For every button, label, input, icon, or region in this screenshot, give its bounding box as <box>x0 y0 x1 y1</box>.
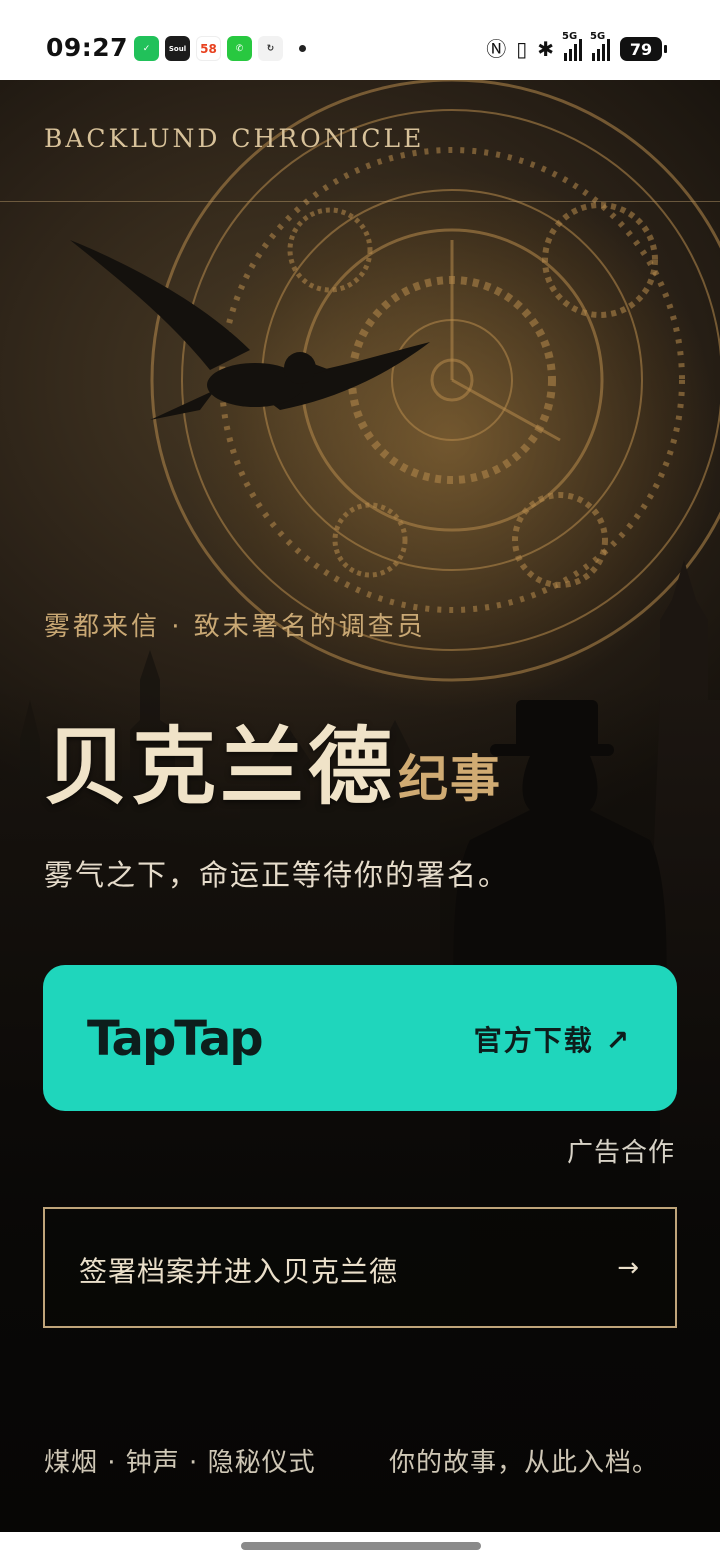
official-download-label: 官方下载 ↗ <box>473 1024 631 1057</box>
title-main: 贝克兰德 <box>44 717 397 816</box>
58-icon: 58 <box>196 36 221 61</box>
nfc-icon: Ⓝ <box>486 37 507 61</box>
status-time: 09:27 <box>46 33 129 62</box>
battery-icon: 79 <box>620 37 667 61</box>
vibrate-icon: ▯ <box>516 37 528 61</box>
header-divider <box>0 201 720 202</box>
system-icons: Ⓝ ▯ ✱ 5G 5G 79 <box>486 31 667 62</box>
arrow-right-icon: → <box>617 1253 639 1283</box>
notification-icons: ✓ Soul 58 ✆ ↻ <box>134 36 306 61</box>
sign-and-enter-label: 签署档案并进入贝克兰德 <box>79 1255 399 1288</box>
signal-icon-1: 5G <box>562 31 582 61</box>
bluetooth-icon: ✱ <box>537 37 554 61</box>
phone-icon: ✆ <box>227 36 252 61</box>
network-type-1: 5G <box>562 31 578 42</box>
hero-section: BACKLUND CHRONICLE 雾都来信 · 致未署名的调查员 贝克兰德纪… <box>0 80 720 1532</box>
signal-icon-2: 5G <box>590 31 610 61</box>
network-type-2: 5G <box>590 31 606 42</box>
soul-icon: Soul <box>165 36 190 61</box>
more-notifications-dot-icon <box>299 45 306 52</box>
wechat-icon: ✓ <box>134 36 159 61</box>
kicker-text: 雾都来信 · 致未署名的调查员 <box>44 612 426 642</box>
tagline: 雾气之下，命运正等待你的署名。 <box>44 858 510 892</box>
gesture-navigation-bar <box>0 1532 720 1563</box>
taptap-download-button[interactable]: TapTap 官方下载 ↗ <box>43 965 677 1111</box>
sync-icon: ↻ <box>258 36 283 61</box>
ad-cooperation-link[interactable]: 广告合作 <box>567 1132 675 1169</box>
footer-slogan: 你的故事，从此入档。 <box>389 1448 660 1478</box>
footer-motifs: 煤烟 · 钟声 · 隐秘仪式 <box>44 1448 316 1478</box>
taptap-logo: TapTap <box>87 1011 264 1067</box>
home-indicator[interactable] <box>241 1542 481 1550</box>
status-bar: 09:27 ✓ Soul 58 ✆ ↻ Ⓝ ▯ ✱ 5G 5G 79 <box>0 0 720 80</box>
title-sub: 纪事 <box>398 749 503 808</box>
game-title: 贝克兰德纪事 <box>44 700 502 821</box>
sign-and-enter-button[interactable]: 签署档案并进入贝克兰德 → <box>43 1207 677 1328</box>
brand-wordmark: BACKLUND CHRONICLE <box>44 124 425 153</box>
